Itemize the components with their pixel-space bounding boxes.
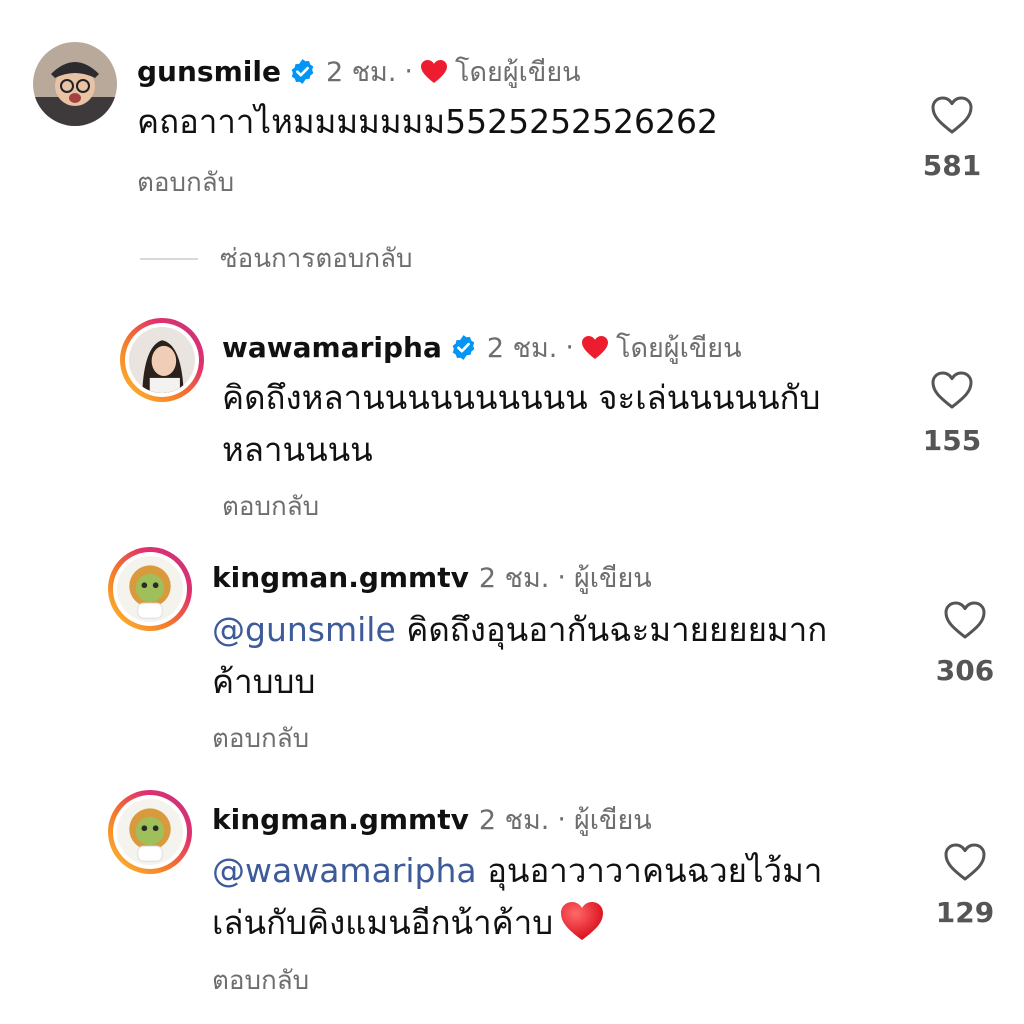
- avatar-image: [129, 327, 195, 393]
- like-heart-outline-icon[interactable]: [943, 600, 987, 640]
- separator-dot: ·: [404, 56, 413, 87]
- liked-by-author-label: โดยผู้เขียน: [615, 333, 742, 364]
- author-label: ผู้เขียน: [573, 563, 652, 594]
- avatar-image: [33, 42, 117, 126]
- comment-text-line: เล่นกับคิงแมนอีกน้าค้าบ: [212, 897, 822, 949]
- like-count: 581: [922, 149, 982, 182]
- liked-by-author-label: โดยผู้เขียน: [455, 57, 581, 88]
- comment-header: kingman.gmmtv 2 ชม. · ผู้เขียน: [212, 798, 652, 841]
- timestamp: 2 ชม.: [478, 563, 550, 594]
- username[interactable]: kingman.gmmtv: [212, 803, 469, 836]
- hide-replies-button[interactable]: ซ่อนการตอบกลับ: [140, 238, 413, 279]
- like-count: 155: [922, 424, 982, 457]
- comment-text-line: @wawamaripha อุนอาวาวาคนฉวยไว้มา: [212, 845, 822, 897]
- mention-link[interactable]: @wawamaripha: [212, 851, 477, 890]
- avatar-gunsmile[interactable]: [33, 42, 117, 126]
- comment-text: @wawamaripha อุนอาวาวาคนฉวยไว้มา เล่นกับ…: [212, 845, 822, 949]
- avatar-wawamaripha[interactable]: [120, 318, 204, 402]
- comment-text-line: หลานนนน: [222, 430, 373, 469]
- like-button[interactable]: 306: [925, 600, 1005, 687]
- avatar-kingman[interactable]: [108, 790, 192, 874]
- separator-dot: ·: [557, 804, 566, 835]
- comment-text-segment: เล่นกับคิงแมนอีกน้าค้าบ: [212, 903, 554, 942]
- timestamp: 2 ชม.: [486, 333, 558, 364]
- comment-text: คิดถึงหลานนนนนนนนนน จะเล่นนนนนกับ หลานนน…: [222, 372, 820, 476]
- verified-badge-icon: [289, 58, 316, 85]
- separator-dot: ·: [565, 332, 574, 363]
- username[interactable]: gunsmile: [137, 55, 281, 88]
- comment-text: คถอาาาไหมมมมมมม5525252526262: [137, 102, 719, 141]
- comment-text-line: คิดถึงหลานนนนนนนนนน จะเล่นนนนนกับ: [222, 378, 821, 417]
- red-heart-emoji: [559, 900, 605, 942]
- comment-text-line: @gunsmile คิดถึงอุนอากันฉะมายยยยมาก: [212, 604, 827, 656]
- like-heart-outline-icon[interactable]: [943, 842, 987, 882]
- comment-header: wawamaripha 2 ชม. · โดยผู้เขียน: [222, 326, 742, 369]
- mention-link[interactable]: @gunsmile: [212, 610, 396, 649]
- reply-button[interactable]: ตอบกลับ: [137, 162, 234, 203]
- avatar-image: [117, 556, 183, 622]
- like-button[interactable]: 581: [912, 95, 992, 182]
- comment-text: @gunsmile คิดถึงอุนอากันฉะมายยยยมาก ค้าบ…: [212, 604, 827, 708]
- timestamp: 2 ชม.: [325, 57, 397, 88]
- avatar-image: [117, 799, 183, 865]
- comment-text-segment: คิดถึงอุนอากันฉะมายยยยมาก: [395, 610, 828, 649]
- like-count: 306: [935, 654, 995, 687]
- reply-button[interactable]: ตอบกลับ: [212, 718, 309, 759]
- username[interactable]: wawamaripha: [222, 331, 442, 364]
- comment-text-segment: อุนอาวาวาคนฉวยไว้มา: [476, 851, 823, 890]
- red-heart-icon: [581, 335, 608, 360]
- like-count: 129: [935, 896, 995, 929]
- red-heart-icon: [421, 59, 447, 84]
- separator-dot: ·: [557, 562, 566, 593]
- username[interactable]: kingman.gmmtv: [212, 561, 469, 594]
- like-heart-outline-icon[interactable]: [930, 370, 974, 410]
- like-button[interactable]: 129: [925, 842, 1005, 929]
- timestamp: 2 ชม.: [478, 805, 550, 836]
- author-label: ผู้เขียน: [573, 805, 652, 836]
- comment-header: gunsmile 2 ชม. · โดยผู้เขียน: [137, 50, 581, 93]
- comment-text-line: ค้าบบบ: [212, 662, 316, 701]
- reply-button[interactable]: ตอบกลับ: [212, 960, 309, 1001]
- divider-line: [140, 257, 198, 260]
- avatar-kingman[interactable]: [108, 547, 192, 631]
- like-button[interactable]: 155: [912, 370, 992, 457]
- comment-header: kingman.gmmtv 2 ชม. · ผู้เขียน: [212, 556, 652, 599]
- verified-badge-icon: [450, 334, 477, 361]
- hide-replies-label: ซ่อนการตอบกลับ: [220, 244, 413, 274]
- reply-button[interactable]: ตอบกลับ: [222, 486, 319, 527]
- like-heart-outline-icon[interactable]: [930, 95, 974, 135]
